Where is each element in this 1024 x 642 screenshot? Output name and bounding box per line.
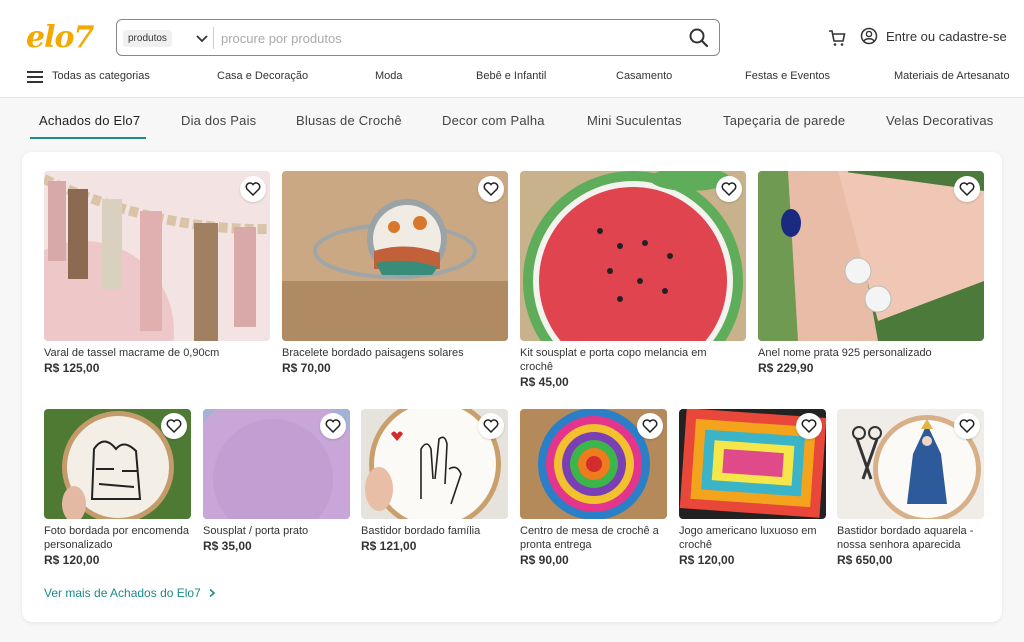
tab-dia-dos-pais[interactable]: Dia dos Pais bbox=[181, 113, 256, 128]
category-moda[interactable]: Moda bbox=[375, 70, 403, 82]
product-image[interactable] bbox=[758, 171, 984, 341]
category-festas-eventos[interactable]: Festas e Eventos bbox=[745, 70, 830, 82]
user-icon bbox=[860, 27, 878, 45]
product-price: R$ 90,00 bbox=[520, 553, 569, 567]
product-title[interactable]: Jogo americano luxuoso em crochê bbox=[679, 524, 826, 552]
product-card[interactable]: Sousplat / porta prato R$ 35,00 bbox=[203, 409, 350, 569]
elo7-logo[interactable]: elo7 bbox=[26, 20, 94, 55]
product-card[interactable]: Anel nome prata 925 personalizado R$ 229… bbox=[758, 171, 984, 381]
category-casa-decoracao[interactable]: Casa e Decoração bbox=[217, 70, 308, 82]
product-title[interactable]: Kit sousplat e porta copo melancia em cr… bbox=[520, 346, 730, 374]
active-tab-indicator bbox=[30, 137, 146, 139]
product-title[interactable]: Foto bordada por encomenda personalizado bbox=[44, 524, 191, 552]
favorite-icon[interactable] bbox=[716, 176, 742, 202]
product-card[interactable]: Bastidor bordado família R$ 121,00 bbox=[361, 409, 508, 569]
product-price: R$ 45,00 bbox=[520, 375, 569, 389]
product-title[interactable]: Anel nome prata 925 personalizado bbox=[758, 346, 984, 360]
product-card[interactable]: Bastidor bordado aquarela - nossa senhor… bbox=[837, 409, 984, 569]
favorite-icon[interactable] bbox=[161, 413, 187, 439]
products-panel: Varal de tassel macrame de 0,90cm R$ 125… bbox=[22, 152, 1002, 622]
cart-icon[interactable] bbox=[828, 29, 846, 47]
chevron-down-icon bbox=[196, 35, 208, 43]
product-title[interactable]: Centro de mesa de crochê a pronta entreg… bbox=[520, 524, 667, 552]
see-more-link[interactable]: Ver mais de Achados do Elo7 bbox=[44, 586, 217, 600]
favorite-icon[interactable] bbox=[478, 413, 504, 439]
product-price: R$ 229,90 bbox=[758, 361, 814, 375]
favorite-icon[interactable] bbox=[637, 413, 663, 439]
category-bebe-infantil[interactable]: Bebê e Infantil bbox=[476, 70, 546, 82]
chevron-right-icon bbox=[209, 588, 215, 598]
product-title[interactable]: Bastidor bordado família bbox=[361, 524, 508, 538]
search-divider bbox=[213, 27, 214, 49]
see-more-label: Ver mais de Achados do Elo7 bbox=[44, 586, 201, 600]
search-icon[interactable] bbox=[687, 26, 711, 50]
product-title[interactable]: Varal de tassel macrame de 0,90cm bbox=[44, 346, 270, 360]
search-bar: produtos bbox=[116, 19, 720, 56]
favorite-icon[interactable] bbox=[796, 413, 822, 439]
tab-blusas-croche[interactable]: Blusas de Crochê bbox=[296, 113, 402, 128]
category-nav: Todas as categorias Casa e Decoração Mod… bbox=[0, 66, 1024, 88]
product-image[interactable] bbox=[44, 171, 270, 341]
product-card[interactable]: Jogo americano luxuoso em crochê R$ 120,… bbox=[679, 409, 826, 569]
tab-tapecaria-parede[interactable]: Tapeçaria de parede bbox=[723, 113, 845, 128]
product-card[interactable]: Varal de tassel macrame de 0,90cm R$ 125… bbox=[44, 171, 270, 381]
tab-achados-elo7[interactable]: Achados do Elo7 bbox=[39, 113, 140, 128]
product-price: R$ 120,00 bbox=[679, 553, 735, 567]
favorite-icon[interactable] bbox=[954, 176, 980, 202]
category-casamento[interactable]: Casamento bbox=[616, 70, 672, 82]
login-label: Entre ou cadastre-se bbox=[886, 28, 1007, 44]
favorite-icon[interactable] bbox=[320, 413, 346, 439]
product-price: R$ 121,00 bbox=[361, 539, 417, 553]
product-card[interactable]: Foto bordada por encomenda personalizado… bbox=[44, 409, 191, 569]
collection-tabs: Achados do Elo7 Dia dos Pais Blusas de C… bbox=[0, 108, 1024, 140]
tab-decor-palha[interactable]: Decor com Palha bbox=[442, 113, 545, 128]
product-card[interactable]: Kit sousplat e porta copo melancia em cr… bbox=[520, 171, 746, 395]
product-price: R$ 70,00 bbox=[282, 361, 331, 375]
product-price: R$ 35,00 bbox=[203, 539, 252, 553]
tab-velas-decorativas[interactable]: Velas Decorativas bbox=[886, 113, 993, 128]
product-image[interactable] bbox=[520, 171, 746, 341]
login-link[interactable]: Entre ou cadastre-se bbox=[860, 27, 1007, 45]
search-input[interactable] bbox=[221, 26, 681, 50]
favorite-icon[interactable] bbox=[240, 176, 266, 202]
category-all[interactable]: Todas as categorias bbox=[52, 70, 150, 82]
search-category-label: produtos bbox=[123, 29, 172, 47]
product-card[interactable]: Centro de mesa de crochê a pronta entreg… bbox=[520, 409, 667, 569]
favorite-icon[interactable] bbox=[954, 413, 980, 439]
header: elo7 produtos Entre ou cadastre-se Todas… bbox=[0, 0, 1024, 98]
product-card[interactable]: Bracelete bordado paisagens solares R$ 7… bbox=[282, 171, 508, 381]
tab-mini-suculentas[interactable]: Mini Suculentas bbox=[587, 113, 682, 128]
favorite-icon[interactable] bbox=[478, 176, 504, 202]
product-title[interactable]: Bastidor bordado aquarela - nossa senhor… bbox=[837, 524, 984, 552]
product-price: R$ 125,00 bbox=[44, 361, 100, 375]
product-price: R$ 120,00 bbox=[44, 553, 100, 567]
search-category-select[interactable]: produtos bbox=[123, 26, 211, 50]
product-price: R$ 650,00 bbox=[837, 553, 893, 567]
menu-icon[interactable] bbox=[27, 71, 43, 83]
product-image[interactable] bbox=[282, 171, 508, 341]
product-title[interactable]: Bracelete bordado paisagens solares bbox=[282, 346, 508, 360]
product-title[interactable]: Sousplat / porta prato bbox=[203, 524, 350, 538]
category-materiais-artesanato[interactable]: Materiais de Artesanato bbox=[894, 70, 1010, 82]
